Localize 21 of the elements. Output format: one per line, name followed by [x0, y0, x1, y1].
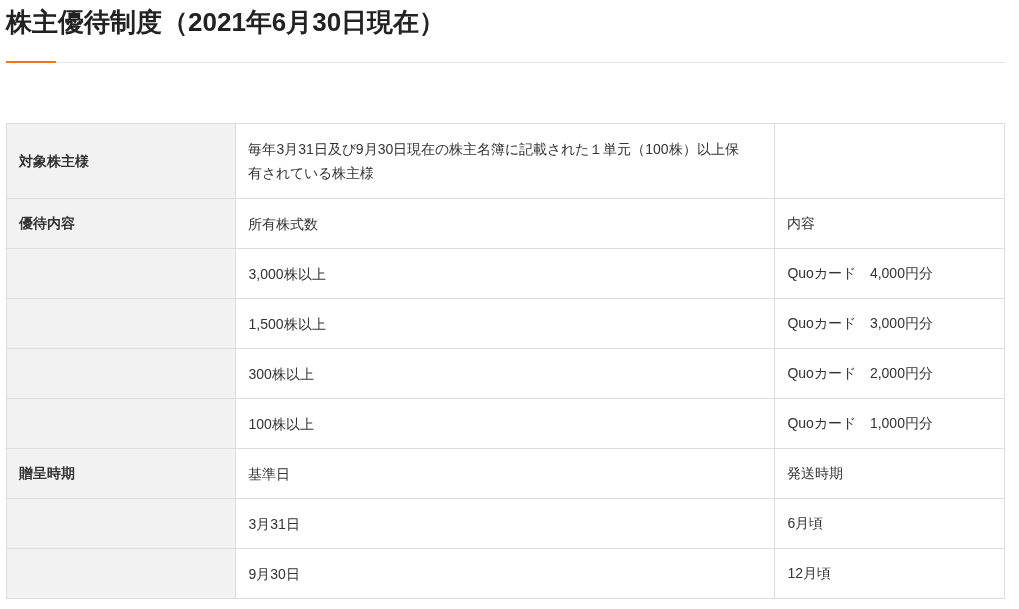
table-cell: 発送時期	[787, 465, 844, 481]
table-cell: Quoカード 4,000円分	[787, 265, 933, 281]
row-header: 対象株主様	[19, 152, 89, 169]
row-header: 優待内容	[19, 215, 75, 231]
table-cell-text: 毎年3月31日及び9月30日現在の株主名簿に記載された１単元（100株）以上保有されている株主様	[248, 140, 740, 183]
table-cell-text: 所有株式数	[248, 214, 320, 234]
table-cell-text: 3月31日	[248, 514, 301, 534]
table-cell-text: 3,000株以上	[248, 264, 327, 284]
row-header: 贈呈時期	[19, 465, 75, 481]
page-title: 株主優待制度（2021年6月30日現在）	[6, 6, 447, 39]
table-cell-text: 300株以上	[248, 364, 315, 384]
table-cell-text: 9月30日	[248, 564, 301, 584]
table-cell-text: 基準日	[248, 464, 292, 484]
table-cell: 内容	[787, 215, 816, 231]
table-cell: 12月頃	[787, 565, 831, 581]
table-cell-text: 100株以上	[248, 414, 315, 434]
table-cell: Quoカード 2,000円分	[787, 365, 933, 381]
table-cell: Quoカード 3,000円分	[787, 315, 933, 331]
table-cell: 6月頃	[787, 515, 824, 531]
table-cell-text: 1,500株以上	[248, 314, 327, 334]
table-cell: Quoカード 1,000円分	[787, 415, 933, 431]
